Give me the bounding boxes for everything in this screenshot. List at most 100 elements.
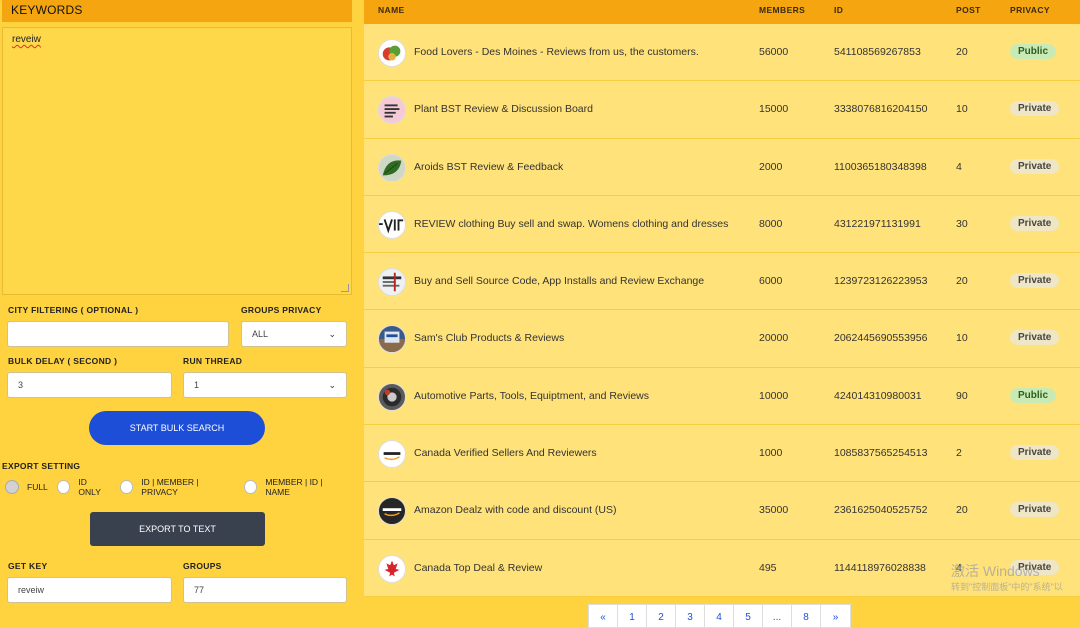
windows-activation-watermark: 激活 Windows <box>951 563 1040 579</box>
export-option-id-member-privacy[interactable]: ID | MEMBER | PRIVACY <box>119 477 235 497</box>
keywords-text: reveiw <box>12 34 41 45</box>
export-option-id-only[interactable]: ID ONLY <box>56 477 111 497</box>
group-name[interactable]: Canada Top Deal & Review <box>414 562 542 574</box>
group-members: 6000 <box>759 275 783 288</box>
get-key-input[interactable]: reveiw <box>7 577 172 603</box>
group-members: 2000 <box>759 160 783 173</box>
chevron-down-icon: ⌄ <box>328 379 336 390</box>
table-row[interactable]: Food Lovers - Des Moines - Reviews from … <box>364 24 1080 82</box>
settings-panel: KEYWORDS reveiw CITY FILTERING ( OPTIONA… <box>0 0 356 628</box>
run-thread-select[interactable]: 1 ⌄ <box>183 372 347 398</box>
table-row[interactable]: Canada Verified Sellers And Reviewers 10… <box>364 425 1080 483</box>
pagination: « 1 2 3 4 5 ... 8 » <box>588 604 851 628</box>
radio-icon[interactable] <box>56 480 71 494</box>
column-header-privacy[interactable]: PRIVACY <box>1010 5 1050 15</box>
group-posts: 90 <box>956 389 968 402</box>
export-option-member-id-name[interactable]: MEMBER | ID | NAME <box>243 477 347 497</box>
group-id: 2062445690553956 <box>834 332 928 345</box>
privacy-badge: Private <box>1010 158 1060 174</box>
column-header-members[interactable]: MEMBERS <box>759 5 805 15</box>
groups-count-label: GROUPS <box>183 561 222 571</box>
table-row[interactable]: Plant BST Review & Discussion Board 1500… <box>364 81 1080 139</box>
column-header-id[interactable]: ID <box>834 5 843 15</box>
leaf-icon <box>378 153 406 182</box>
column-header-post[interactable]: POST <box>956 5 981 15</box>
city-filter-input[interactable] <box>7 321 229 347</box>
resize-handle[interactable] <box>341 284 349 292</box>
group-id: 431221971131991 <box>834 217 921 230</box>
export-to-text-button[interactable]: EXPORT TO TEXT <box>90 512 265 546</box>
bulk-delay-input[interactable]: 3 <box>7 372 172 398</box>
privacy-badge: Private <box>1010 330 1060 346</box>
radio-icon[interactable] <box>119 480 134 494</box>
table-row[interactable]: Automotive Parts, Tools, Equiptment, and… <box>364 367 1080 426</box>
privacy-badge: Private <box>1010 445 1060 461</box>
group-name[interactable]: Aroids BST Review & Feedback <box>414 161 563 173</box>
table-header: NAME MEMBERS ID POST PRIVACY <box>364 0 1080 24</box>
group-id: 424014310980031 <box>834 389 922 402</box>
groups-privacy-select[interactable]: ALL ⌄ <box>241 321 347 347</box>
group-id: 3338076816204150 <box>834 103 928 116</box>
group-name[interactable]: Amazon Dealz with code and discount (US) <box>414 504 617 516</box>
run-thread-value: 1 <box>194 380 200 390</box>
chevron-down-icon: ⌄ <box>328 328 336 339</box>
table-row[interactable]: Buy and Sell Source Code, App Installs a… <box>364 253 1080 311</box>
table-row[interactable]: REVIEW clothing Buy sell and swap. Women… <box>364 195 1080 254</box>
group-members: 56000 <box>759 46 789 58</box>
group-members: 20000 <box>759 332 789 345</box>
export-option-label: FULL <box>27 482 48 492</box>
run-thread-label: RUN THREAD <box>183 356 243 366</box>
group-id: 1085837565254513 <box>834 447 928 460</box>
table-row[interactable]: Aroids BST Review & Feedback 2000 110036… <box>364 138 1080 196</box>
pagination-page[interactable]: 5 <box>734 605 763 628</box>
groups-privacy-value: ALL <box>252 329 269 339</box>
privacy-badge: Public <box>1010 387 1057 403</box>
group-name[interactable]: Sam's Club Products & Reviews <box>414 332 564 344</box>
table-row[interactable]: Amazon Dealz with code and discount (US)… <box>364 482 1080 540</box>
export-options: FULL ID ONLY ID | MEMBER | PRIVACY MEMBE… <box>5 477 356 497</box>
groups-count-input[interactable]: 77 <box>183 577 347 603</box>
privacy-badge: Private <box>1010 215 1060 231</box>
pagination-page[interactable]: 8 <box>792 605 821 628</box>
group-name[interactable]: REVIEW clothing Buy sell and swap. Women… <box>414 218 728 230</box>
export-option-full[interactable]: FULL <box>5 480 48 494</box>
group-posts: 20 <box>956 275 968 288</box>
group-members: 495 <box>759 561 777 574</box>
keywords-header: KEYWORDS <box>2 0 352 22</box>
group-posts: 20 <box>956 504 968 517</box>
pagination-next[interactable]: » <box>821 605 850 628</box>
pagination-ellipsis: ... <box>763 605 792 628</box>
pagination-page[interactable]: 1 <box>618 605 647 628</box>
group-name[interactable]: Plant BST Review & Discussion Board <box>414 103 593 115</box>
privacy-badge: Private <box>1010 502 1060 518</box>
group-posts: 10 <box>956 332 968 345</box>
pagination-page[interactable]: 2 <box>647 605 676 628</box>
store-icon <box>378 325 406 354</box>
group-members: 15000 <box>759 103 789 116</box>
group-members: 35000 <box>759 504 789 517</box>
group-name[interactable]: Canada Verified Sellers And Reviewers <box>414 447 597 459</box>
radio-checked-icon[interactable] <box>5 480 19 494</box>
column-header-name[interactable]: NAME <box>378 5 405 15</box>
results-table: Food Lovers - Des Moines - Reviews from … <box>364 24 1080 597</box>
pagination-page[interactable]: 4 <box>705 605 734 628</box>
code-icon <box>378 268 406 297</box>
start-bulk-search-button[interactable]: START BULK SEARCH <box>89 411 265 445</box>
table-row[interactable]: Sam's Club Products & Reviews 20000 2062… <box>364 310 1080 368</box>
group-id: 1144118976028838 <box>834 561 926 574</box>
group-members: 8000 <box>759 217 783 230</box>
results-panel: NAME MEMBERS ID POST PRIVACY Food Lovers… <box>364 0 1080 628</box>
groups-privacy-label: GROUPS PRIVACY <box>241 305 322 315</box>
pagination-prev[interactable]: « <box>589 605 618 628</box>
city-filter-label: CITY FILTERING ( OPTIONAL ) <box>8 305 139 315</box>
pagination-page[interactable]: 3 <box>676 605 705 628</box>
amazon-icon <box>378 497 406 526</box>
group-name[interactable]: Buy and Sell Source Code, App Installs a… <box>414 275 704 287</box>
keywords-textarea[interactable]: reveiw <box>2 27 352 295</box>
group-name[interactable]: Automotive Parts, Tools, Equiptment, and… <box>414 390 649 402</box>
group-posts: 30 <box>956 217 968 230</box>
radio-icon[interactable] <box>243 480 258 494</box>
group-name[interactable]: Food Lovers - Des Moines - Reviews from … <box>414 46 699 58</box>
export-option-label: MEMBER | ID | NAME <box>265 477 323 497</box>
review-text-icon <box>378 210 406 239</box>
